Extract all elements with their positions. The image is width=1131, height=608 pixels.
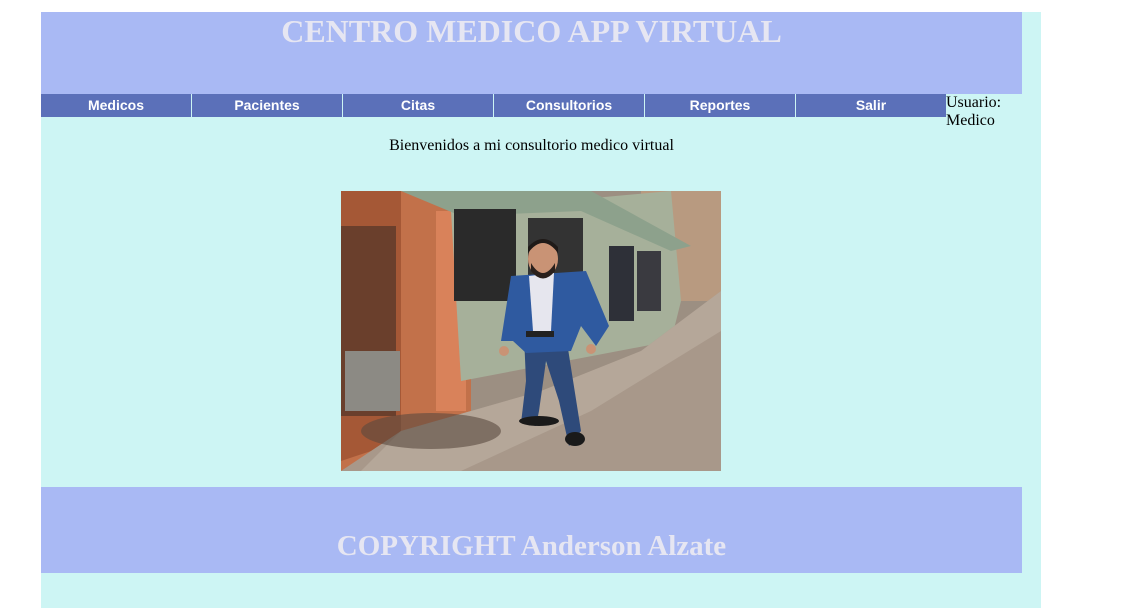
user-info: Usuario: Medico (946, 94, 1022, 130)
site-title: CENTRO MEDICO APP VIRTUAL (281, 13, 782, 49)
site-footer: COPYRIGHT Anderson Alzate (41, 487, 1022, 573)
nav-item-consultorios[interactable]: Consultorios (494, 94, 645, 117)
copyright-text: COPYRIGHT Anderson Alzate (336, 530, 727, 562)
user-label: Usuario: (946, 94, 1002, 111)
user-role: Medico (946, 112, 995, 129)
nav-item-medicos[interactable]: Medicos (41, 94, 192, 117)
page-container: CENTRO MEDICO APP VIRTUAL Medicos Pacien… (41, 12, 1041, 608)
welcome-message: Bienvenidos a mi consultorio medico virt… (389, 137, 674, 154)
site-header: CENTRO MEDICO APP VIRTUAL (41, 12, 1022, 94)
nav-item-citas[interactable]: Citas (343, 94, 494, 117)
nav-item-salir[interactable]: Salir (796, 94, 947, 117)
profile-photo-image (341, 191, 721, 471)
main-nav: Medicos Pacientes Citas Consultorios Rep… (41, 94, 947, 117)
nav-item-pacientes[interactable]: Pacientes (192, 94, 343, 117)
profile-photo (341, 191, 721, 471)
nav-item-reportes[interactable]: Reportes (645, 94, 796, 117)
